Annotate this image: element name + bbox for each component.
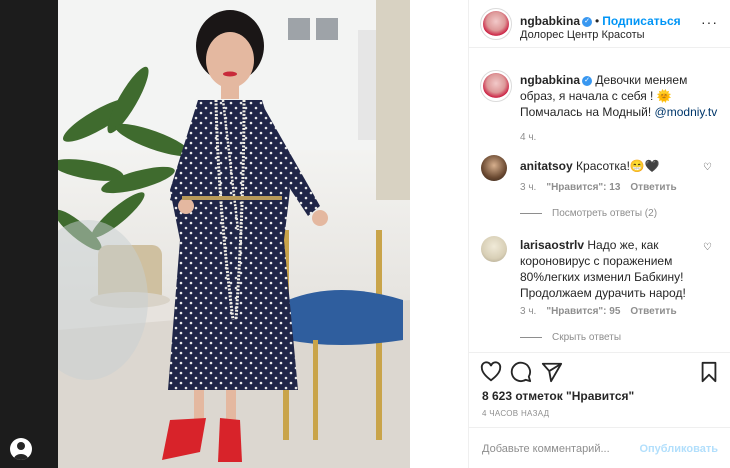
comment-text-row: anitatsoy Красотка!😁🖤 [520, 158, 695, 174]
author-avatar[interactable] [480, 8, 512, 40]
separator-dot: • [595, 14, 600, 28]
publish-button[interactable]: Опубликовать [639, 443, 718, 455]
author-username[interactable]: ngbabkina [520, 14, 580, 28]
comment-time: 3 ч. [520, 306, 537, 317]
comment-like-heart-icon[interactable]: ♡ [703, 162, 712, 173]
profile-icon-head [17, 442, 25, 450]
caption-mention-link[interactable]: @modniy.tv [655, 105, 718, 119]
share-icon[interactable] [541, 361, 563, 383]
follow-button[interactable]: Подписаться [602, 14, 680, 28]
post-actions: 8 623 отметок "Нравится" 4 ЧАСОВ НАЗАД Д… [468, 352, 730, 468]
post-photo-illustration [58, 0, 410, 468]
author-avatar-image [483, 11, 509, 37]
heart-icon[interactable] [480, 361, 502, 383]
comment-avatar[interactable] [481, 236, 507, 262]
hide-replies-button[interactable]: Скрыть ответы [520, 332, 621, 343]
profile-avatar-button[interactable] [10, 438, 32, 460]
view-replies-label: Посмотреть ответы (2) [552, 208, 658, 219]
comment-avatar[interactable] [481, 155, 507, 181]
more-options-icon[interactable]: ··· [701, 14, 718, 30]
comment-text-row: larisaostrlv Надо же, как короновирус с … [520, 237, 695, 301]
caption-username[interactable]: ngbabkina [520, 73, 580, 87]
location-link[interactable]: Долорес Центр Красоты [520, 29, 645, 41]
verified-badge-icon: ✓ [582, 75, 593, 86]
comment-icon[interactable] [510, 361, 532, 383]
comment-meta: 3 ч. "Нравится": 13 Ответить [520, 182, 687, 193]
profile-icon-body [14, 454, 28, 460]
add-comment-row: Добавьте комментарий... Опубликовать [468, 427, 730, 468]
header-title-row: ngbabkina ✓ • Подписаться [520, 14, 681, 28]
post-header: ngbabkina ✓ • Подписаться Долорес Центр Кра… [468, 0, 730, 48]
comment-username[interactable]: larisaostrlv [520, 238, 584, 252]
replies-line [520, 213, 542, 214]
caption-avatar-image [483, 73, 509, 99]
left-backdrop [0, 0, 58, 468]
reply-button[interactable]: Ответить [630, 182, 676, 193]
caption-author-avatar[interactable] [480, 70, 512, 102]
comment-likes[interactable]: "Нравится": 13 [546, 182, 620, 193]
comment-like-heart-icon[interactable]: ♡ [703, 242, 712, 253]
caption-time: 4 ч. [520, 132, 537, 143]
hide-replies-label: Скрыть ответы [552, 332, 622, 343]
comment-username[interactable]: anitatsoy [520, 159, 573, 173]
view-replies-button[interactable]: Посмотреть ответы (2) [520, 208, 657, 219]
comment-input[interactable]: Добавьте комментарий... [482, 443, 610, 455]
comment-time: 3 ч. [520, 182, 537, 193]
comment-text: Красотка!😁🖤 [576, 159, 660, 173]
posted-time: 4 ЧАСОВ НАЗАД [482, 409, 550, 418]
bookmark-icon[interactable] [698, 361, 720, 383]
comment-meta: 3 ч. "Нравится": 95 Ответить [520, 306, 687, 317]
likes-count[interactable]: 8 623 отметок "Нравится" [482, 389, 634, 403]
comment-likes[interactable]: "Нравится": 95 [546, 306, 620, 317]
post-photo[interactable] [58, 0, 410, 468]
photo-right-gap [410, 0, 468, 468]
post-caption: ngbabkina ✓ Девочки меняем образ, я начал… [520, 72, 720, 146]
replies-line [520, 337, 542, 338]
verified-badge-icon: ✓ [582, 16, 593, 27]
reply-button[interactable]: Ответить [630, 306, 676, 317]
